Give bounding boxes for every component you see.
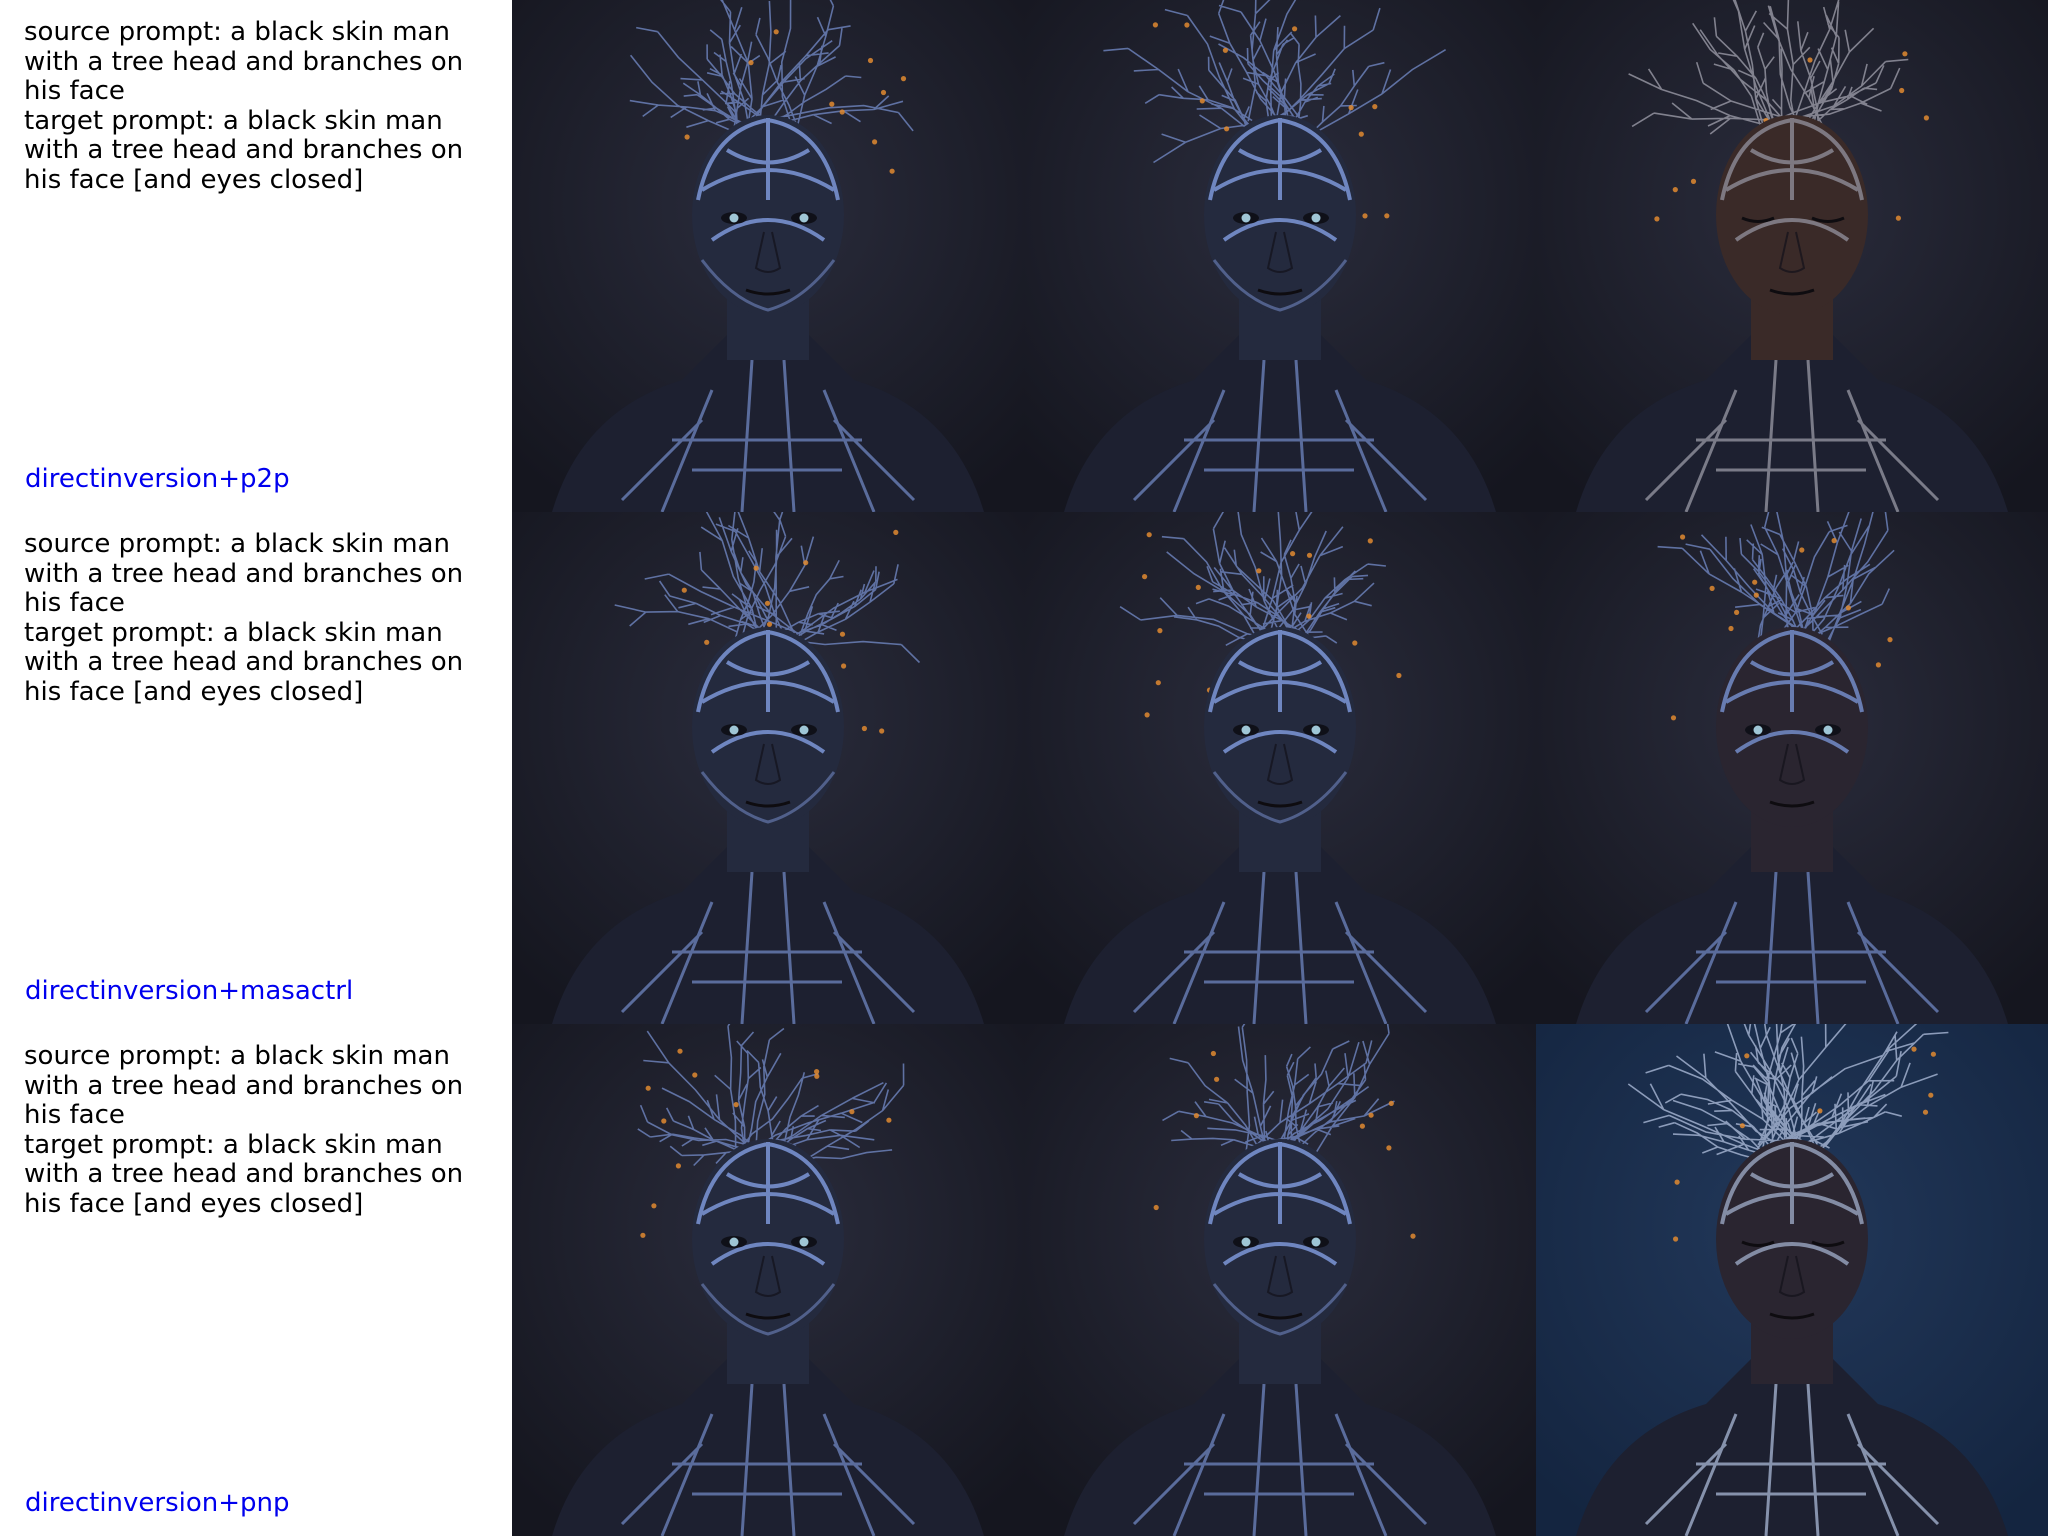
method-label: directinversion+pnp xyxy=(25,1488,290,1518)
reconstruction-image xyxy=(1024,512,1536,1024)
prompt-text: source prompt: a black skin man with a t… xyxy=(24,17,504,195)
prompt-panel: source prompt: a black skin man with a t… xyxy=(0,512,512,1024)
source-image xyxy=(512,0,1024,512)
target-prompt: target prompt: a black skin man with a t… xyxy=(24,105,464,195)
comparison-row-pnp: source prompt: a black skin man with a t… xyxy=(0,1024,2048,1536)
source-prompt: source prompt: a black skin man with a t… xyxy=(24,529,464,618)
prompt-text: source prompt: a black skin man with a t… xyxy=(24,1041,504,1219)
comparison-row-p2p: source prompt: a black skin man with a t… xyxy=(0,0,2048,512)
method-label: directinversion+p2p xyxy=(25,464,290,494)
reconstruction-image xyxy=(1024,0,1536,512)
source-image xyxy=(512,512,1024,1024)
prompt-panel: source prompt: a black skin man with a t… xyxy=(0,0,512,512)
prompt-panel: source prompt: a black skin man with a t… xyxy=(0,1024,512,1536)
edited-image xyxy=(1536,1024,2048,1536)
method-label: directinversion+masactrl xyxy=(25,976,354,1006)
target-prompt: target prompt: a black skin man with a t… xyxy=(24,617,464,707)
source-image xyxy=(512,1024,1024,1536)
comparison-row-masactrl: source prompt: a black skin man with a t… xyxy=(0,512,2048,1024)
comparison-grid: source prompt: a black skin man with a t… xyxy=(0,0,2048,1536)
target-prompt: target prompt: a black skin man with a t… xyxy=(24,1129,464,1219)
source-prompt: source prompt: a black skin man with a t… xyxy=(24,17,464,106)
reconstruction-image xyxy=(1024,1024,1536,1536)
source-prompt: source prompt: a black skin man with a t… xyxy=(24,1041,464,1130)
edited-image xyxy=(1536,512,2048,1024)
prompt-text: source prompt: a black skin man with a t… xyxy=(24,529,504,707)
edited-image xyxy=(1536,0,2048,512)
